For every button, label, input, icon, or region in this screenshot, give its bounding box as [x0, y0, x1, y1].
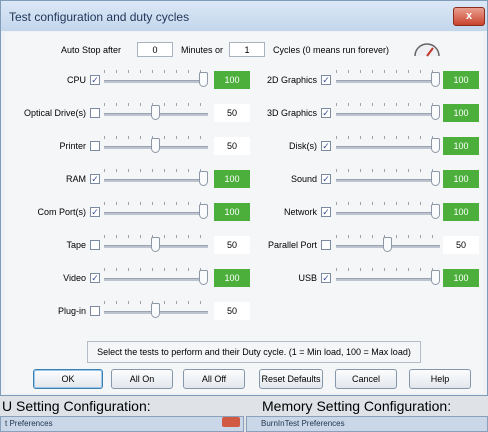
test-checkbox[interactable]: ✓: [321, 207, 331, 217]
slider-thumb[interactable]: [199, 171, 208, 186]
reset-defaults-button[interactable]: Reset Defaults: [259, 369, 323, 389]
slider-ticks: [336, 169, 440, 172]
slider-ticks: [336, 103, 440, 106]
help-button[interactable]: Help: [409, 369, 471, 389]
test-checkbox[interactable]: ✓: [321, 273, 331, 283]
duty-cycle-value: 50: [443, 236, 479, 254]
duty-cycle-slider[interactable]: [104, 80, 208, 83]
test-checkbox[interactable]: [90, 108, 100, 118]
memory-setting-caption: Memory Setting Configuration:: [262, 398, 452, 414]
test-label: Printer: [59, 141, 86, 151]
slider-ticks: [336, 70, 440, 73]
slider-thumb[interactable]: [431, 204, 440, 219]
duty-cycle-value: 100: [443, 170, 479, 188]
test-checkbox[interactable]: [90, 306, 100, 316]
ok-button[interactable]: OK: [33, 369, 103, 389]
background-window-left: t Preferences: [0, 416, 244, 432]
duty-cycle-slider[interactable]: [336, 80, 440, 83]
cpu-setting-caption: U Setting Configuration:: [2, 398, 151, 414]
test-label: Network: [283, 207, 317, 217]
duty-cycle-slider[interactable]: [104, 179, 208, 182]
duty-cycle-slider[interactable]: [336, 113, 440, 116]
duty-cycle-value: 100: [443, 71, 479, 89]
test-config-dialog: Test configuration and duty cycles x Aut…: [0, 0, 488, 396]
test-checkbox[interactable]: ✓: [90, 75, 100, 85]
duty-cycle-slider[interactable]: [336, 146, 440, 149]
slider-ticks: [336, 268, 440, 271]
test-label: CPU: [66, 75, 86, 85]
duty-cycle-value: 100: [443, 137, 479, 155]
duty-cycle-value: 100: [443, 269, 479, 287]
slider-thumb[interactable]: [431, 105, 440, 120]
slider-thumb[interactable]: [151, 237, 161, 252]
duty-cycle-slider[interactable]: [104, 278, 208, 281]
test-label: RAM: [66, 174, 86, 184]
close-button[interactable]: x: [453, 7, 485, 26]
slider-thumb[interactable]: [151, 303, 161, 318]
test-label: Com Port(s): [37, 207, 86, 217]
minutes-input[interactable]: 0: [137, 42, 173, 57]
test-label: 3D Graphics: [266, 108, 317, 118]
slider-ticks: [336, 136, 440, 139]
slider-thumb[interactable]: [151, 105, 161, 120]
slider-ticks: [104, 169, 208, 172]
cycles-label: Cycles (0 means run forever): [273, 45, 390, 55]
all-off-button[interactable]: All Off: [183, 369, 245, 389]
slider-ticks: [104, 268, 208, 271]
close-icon: [222, 417, 240, 427]
slider-ticks: [104, 70, 208, 73]
slider-thumb[interactable]: [199, 270, 208, 285]
duty-cycle-slider[interactable]: [336, 278, 440, 281]
test-label: Tape: [66, 240, 86, 250]
background-window-right: BurnInTest Preferences: [246, 416, 488, 432]
test-checkbox[interactable]: [90, 141, 100, 151]
test-label: Parallel Port: [267, 240, 317, 250]
test-label: USB: [298, 273, 317, 283]
test-checkbox[interactable]: [90, 240, 100, 250]
slider-thumb[interactable]: [431, 171, 440, 186]
minutes-label: Minutes or: [181, 45, 224, 55]
cancel-button[interactable]: Cancel: [335, 369, 397, 389]
speedometer-icon: [414, 43, 440, 57]
duty-cycle-slider[interactable]: [336, 179, 440, 182]
test-checkbox[interactable]: ✓: [90, 174, 100, 184]
duty-cycle-value: 100: [443, 104, 479, 122]
test-checkbox[interactable]: ✓: [321, 141, 331, 151]
duty-cycle-value: 100: [443, 203, 479, 221]
all-on-button[interactable]: All On: [111, 369, 173, 389]
autostop-label: Auto Stop after: [61, 45, 122, 55]
test-label: Sound: [290, 174, 317, 184]
dialog-title: Test configuration and duty cycles: [9, 10, 190, 24]
test-label: 2D Graphics: [266, 75, 317, 85]
test-label: Disk(s): [289, 141, 317, 151]
test-checkbox[interactable]: ✓: [90, 207, 100, 217]
slider-thumb[interactable]: [199, 204, 208, 219]
duty-cycle-value: 50: [214, 302, 250, 320]
slider-ticks: [336, 202, 440, 205]
title-bar: Test configuration and duty cycles x: [1, 1, 487, 31]
slider-thumb[interactable]: [151, 138, 161, 153]
test-checkbox[interactable]: ✓: [321, 75, 331, 85]
cycles-input[interactable]: 1: [229, 42, 265, 57]
slider-thumb[interactable]: [431, 72, 440, 87]
test-checkbox[interactable]: ✓: [321, 174, 331, 184]
test-checkbox[interactable]: ✓: [321, 108, 331, 118]
slider-thumb[interactable]: [431, 270, 440, 285]
status-hint: Select the tests to perform and their Du…: [87, 341, 421, 363]
test-label: Video: [63, 273, 86, 283]
duty-cycle-slider[interactable]: [336, 212, 440, 215]
slider-thumb[interactable]: [431, 138, 440, 153]
slider-thumb[interactable]: [383, 237, 393, 252]
test-label: Plug-in: [57, 306, 86, 316]
duty-cycle-slider[interactable]: [104, 212, 208, 215]
test-checkbox[interactable]: [321, 240, 331, 250]
test-checkbox[interactable]: ✓: [90, 273, 100, 283]
slider-ticks: [104, 202, 208, 205]
slider-thumb[interactable]: [199, 72, 208, 87]
test-label: Optical Drive(s): [23, 108, 86, 118]
